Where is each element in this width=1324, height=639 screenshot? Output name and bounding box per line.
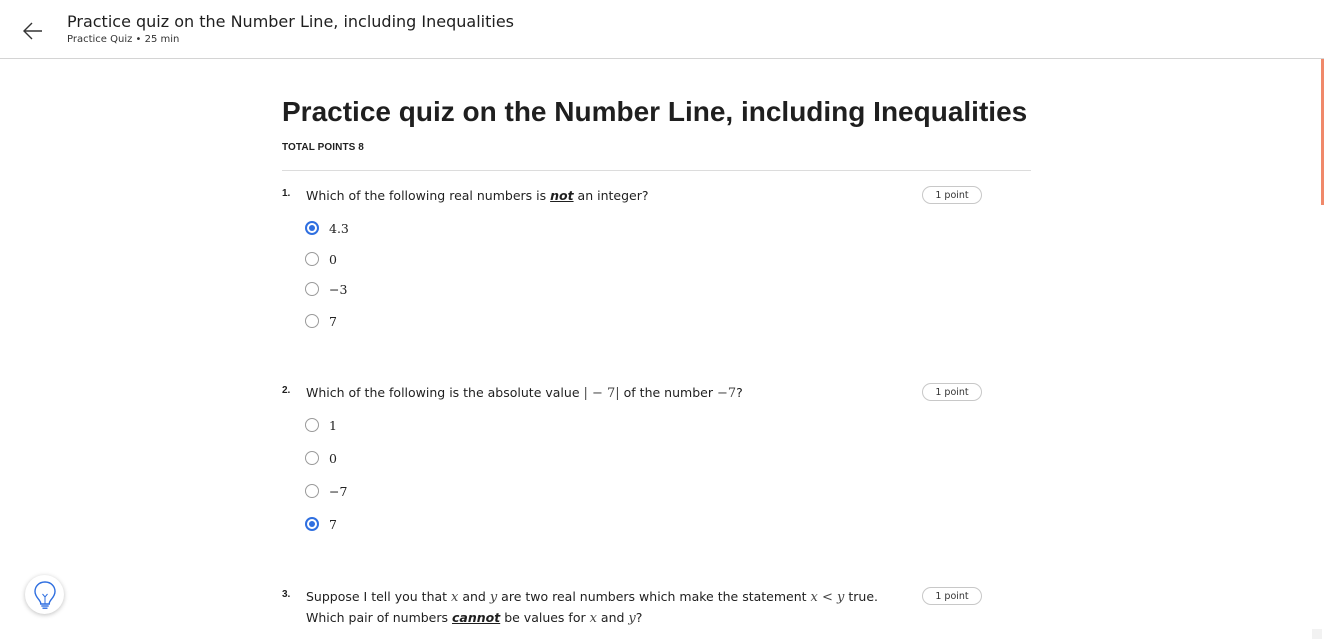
answer-option[interactable]: −7 [305,482,347,500]
points-badge: 1 point [922,383,982,401]
option-label: 1 [329,417,337,433]
math-variable: x [589,611,597,626]
answer-option[interactable]: −3 [305,280,347,298]
question-text-part: and [596,610,629,625]
radio-button[interactable] [305,517,319,531]
question-text-part: Which pair of numbers [306,610,452,625]
scrollbar-corner [1312,629,1322,639]
answer-option[interactable]: 0 [305,250,337,268]
total-points: TOTAL POINTS 8 [282,142,364,153]
math-expression: −7 [716,386,737,401]
radio-button[interactable] [305,314,319,328]
header-title: Practice quiz on the Number Line, includ… [67,12,514,31]
header-subtitle: Practice Quiz • 25 min [67,34,180,45]
question-number: 3. [282,589,291,600]
question-keyword: cannot [452,610,501,625]
answer-option[interactable]: 4.3 [305,219,349,237]
radio-button[interactable] [305,252,319,266]
question-number: 2. [282,385,291,396]
answer-option[interactable]: 7 [305,515,337,533]
radio-button[interactable] [305,221,319,235]
radio-button[interactable] [305,484,319,498]
back-button[interactable] [18,16,48,46]
question-text-part: Which of the following is the absolute v… [306,385,584,400]
question-text: Which of the following real numbers is n… [306,186,648,206]
question-text-part: Suppose I tell you that [306,589,452,604]
top-bar: Practice quiz on the Number Line, includ… [0,0,1324,59]
question-text-part: Which of the following real numbers is [306,188,551,203]
question-text: Which of the following is the absolute v… [306,383,743,404]
option-label: 4.3 [329,220,349,236]
lightbulb-icon [33,580,56,609]
divider [282,170,1031,171]
quiz-title: Practice quiz on the Number Line, includ… [282,96,1028,127]
option-label: 0 [329,251,337,267]
answer-option[interactable]: 1 [305,416,337,434]
option-label: 0 [329,450,337,466]
question-text: Suppose I tell you that x and y are two … [306,587,878,629]
question-text-part: ? [736,385,743,400]
question-text-part: be values for [500,610,590,625]
radio-button[interactable] [305,418,319,432]
points-badge: 1 point [922,587,982,605]
question-text-part: are two real numbers which make the stat… [497,589,811,604]
arrow-left-icon [23,22,42,40]
option-label: −3 [329,281,348,297]
math-expression: x < y [810,590,845,605]
option-label: −7 [329,483,348,499]
question-number: 1. [282,188,291,199]
question-text-part: and [458,589,490,604]
math-variable: y [628,611,636,626]
question-text-part: ? [635,610,643,625]
option-label: 7 [329,516,337,532]
radio-button[interactable] [305,282,319,296]
math-expression: | − 7| [583,386,620,401]
question-text-part: an integer? [573,188,649,203]
question-text-part: of the number [619,385,717,400]
option-label: 7 [329,313,337,329]
points-badge: 1 point [922,186,982,204]
question-keyword: not [550,188,574,203]
hint-button[interactable] [25,575,64,614]
answer-option[interactable]: 7 [305,312,337,330]
radio-button[interactable] [305,451,319,465]
answer-option[interactable]: 0 [305,449,337,467]
question-text-part: true. [844,589,878,604]
